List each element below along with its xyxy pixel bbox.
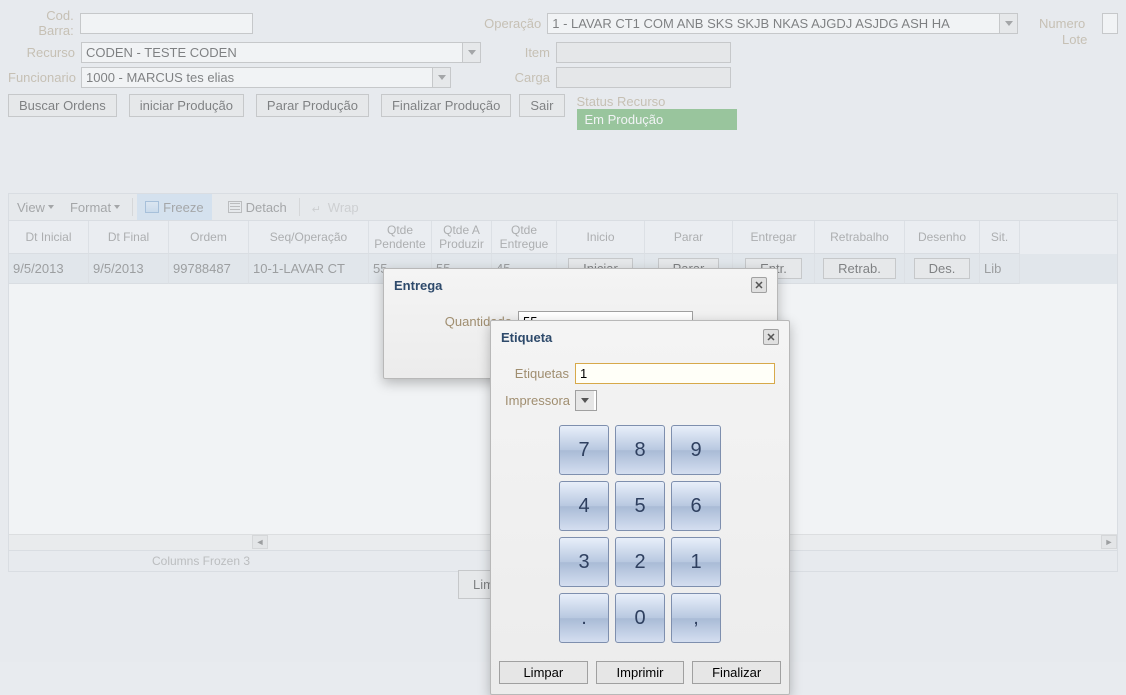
etiqueta-title: Etiqueta (501, 330, 552, 345)
entrega-title: Entrega (394, 278, 442, 293)
close-icon[interactable]: ✕ (763, 329, 779, 345)
close-icon[interactable]: ✕ (751, 277, 767, 293)
etiqueta-dialog: Etiqueta ✕ Etiquetas Impressora 7 8 9 4 … (490, 320, 790, 695)
key-6[interactable]: 6 (671, 481, 721, 531)
key-comma[interactable]: , (671, 593, 721, 643)
key-7[interactable]: 7 (559, 425, 609, 475)
key-1[interactable]: 1 (671, 537, 721, 587)
impressora-label: Impressora (505, 393, 575, 408)
chevron-down-icon (581, 398, 589, 403)
key-5[interactable]: 5 (615, 481, 665, 531)
etq-imprimir-button[interactable]: Imprimir (596, 661, 685, 684)
impressora-dropdown-button[interactable] (576, 391, 594, 410)
etq-limpar-button[interactable]: Limpar (499, 661, 588, 684)
numeric-keypad: 7 8 9 4 5 6 3 2 1 . 0 , (491, 417, 789, 655)
key-dot[interactable]: . (559, 593, 609, 643)
key-0[interactable]: 0 (615, 593, 665, 643)
etiquetas-label: Etiquetas (505, 366, 575, 381)
key-3[interactable]: 3 (559, 537, 609, 587)
key-9[interactable]: 9 (671, 425, 721, 475)
etiquetas-input[interactable] (575, 363, 775, 384)
etq-finalizar-button[interactable]: Finalizar (692, 661, 781, 684)
key-8[interactable]: 8 (615, 425, 665, 475)
impressora-select[interactable] (575, 390, 597, 411)
key-4[interactable]: 4 (559, 481, 609, 531)
key-2[interactable]: 2 (615, 537, 665, 587)
